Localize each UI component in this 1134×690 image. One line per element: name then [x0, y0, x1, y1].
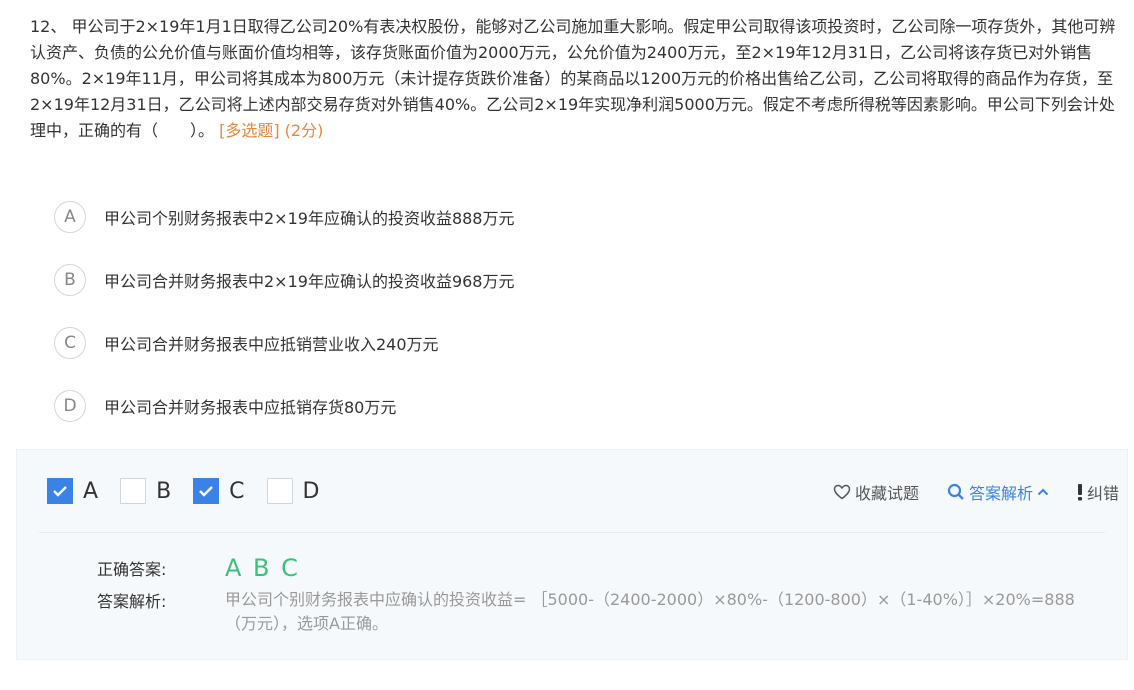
- option-b[interactable]: B 甲公司合并财务报表中2×19年应确认的投资收益968万元: [54, 261, 1114, 299]
- choice-b[interactable]: B: [120, 478, 171, 504]
- question-stem: 12、 甲公司于2×19年1月1日取得乙公司20%有表决权股份，能够对乙公司施加…: [30, 14, 1120, 144]
- choice-a-label: A: [83, 478, 99, 504]
- choice-c-checkbox[interactable]: [193, 478, 220, 504]
- choice-c-label: C: [229, 478, 245, 504]
- exclamation-icon: [1077, 483, 1083, 501]
- favorite-label: 收藏试题: [854, 484, 919, 503]
- analysis-label: 答案解析: [968, 484, 1033, 503]
- check-icon: [53, 486, 67, 497]
- options-list: A 甲公司个别财务报表中2×19年应确认的投资收益888万元 B 甲公司合并财务…: [54, 198, 1114, 450]
- choice-c[interactable]: C: [193, 478, 245, 504]
- favorite-button[interactable]: 收藏试题: [833, 480, 919, 504]
- question-text: 12、 甲公司于2×19年1月1日取得乙公司20%有表决权股份，能够对乙公司施加…: [30, 17, 1116, 140]
- option-b-letter[interactable]: B: [54, 264, 86, 296]
- choice-d-checkbox[interactable]: [266, 478, 293, 504]
- search-icon: [947, 483, 965, 501]
- option-d[interactable]: D 甲公司合并财务报表中应抵销存货80万元: [54, 387, 1114, 425]
- report-error-button[interactable]: 纠错: [1077, 480, 1119, 504]
- answer-choices: A B C D: [47, 478, 341, 504]
- explanation-label: 答案解析:: [97, 592, 167, 611]
- explanation-text: 甲公司个别财务报表中应确认的投资收益= ［5000-（2400-2000）×80…: [225, 590, 1075, 633]
- option-b-text: 甲公司合并财务报表中2×19年应确认的投资收益968万元: [104, 272, 515, 291]
- answer-panel: A B C D 收藏试题 答案解析 纠错 正确答案: A B C 答案解析: 甲…: [16, 449, 1128, 660]
- correct-answer-value: A B C: [225, 554, 300, 582]
- explanation-row: 答案解析: 甲公司个别财务报表中应确认的投资收益= ［5000-（2400-20…: [97, 588, 1095, 636]
- option-a-letter[interactable]: A: [54, 201, 86, 233]
- heart-icon: [833, 484, 851, 500]
- correct-answer-label: 正确答案:: [97, 560, 167, 579]
- report-label: 纠错: [1086, 484, 1119, 503]
- check-icon: [199, 486, 214, 497]
- question-type-tag: [多选题] (2分): [219, 121, 324, 140]
- choice-b-label: B: [156, 478, 172, 504]
- option-c-letter[interactable]: C: [54, 327, 86, 359]
- option-a-text: 甲公司个别财务报表中2×19年应确认的投资收益888万元: [104, 209, 515, 228]
- choice-a-checkbox[interactable]: [47, 478, 73, 504]
- option-c-text: 甲公司合并财务报表中应抵销营业收入240万元: [104, 335, 439, 354]
- option-d-text: 甲公司合并财务报表中应抵销存货80万元: [104, 398, 397, 417]
- analysis-toggle-button[interactable]: 答案解析: [947, 480, 1049, 504]
- panel-divider: [39, 532, 1105, 533]
- option-c[interactable]: C 甲公司合并财务报表中应抵销营业收入240万元: [54, 324, 1114, 362]
- choice-b-checkbox[interactable]: [120, 478, 147, 504]
- option-a[interactable]: A 甲公司个别财务报表中2×19年应确认的投资收益888万元: [54, 198, 1114, 236]
- question-actions: 收藏试题 答案解析 纠错: [805, 480, 1119, 504]
- chevron-up-icon: [1037, 488, 1049, 496]
- choice-a[interactable]: A: [47, 478, 98, 504]
- choice-d[interactable]: D: [266, 478, 320, 504]
- correct-answer-row: 正确答案: A B C: [97, 554, 300, 582]
- option-d-letter[interactable]: D: [54, 390, 86, 422]
- choice-d-label: D: [302, 478, 320, 504]
